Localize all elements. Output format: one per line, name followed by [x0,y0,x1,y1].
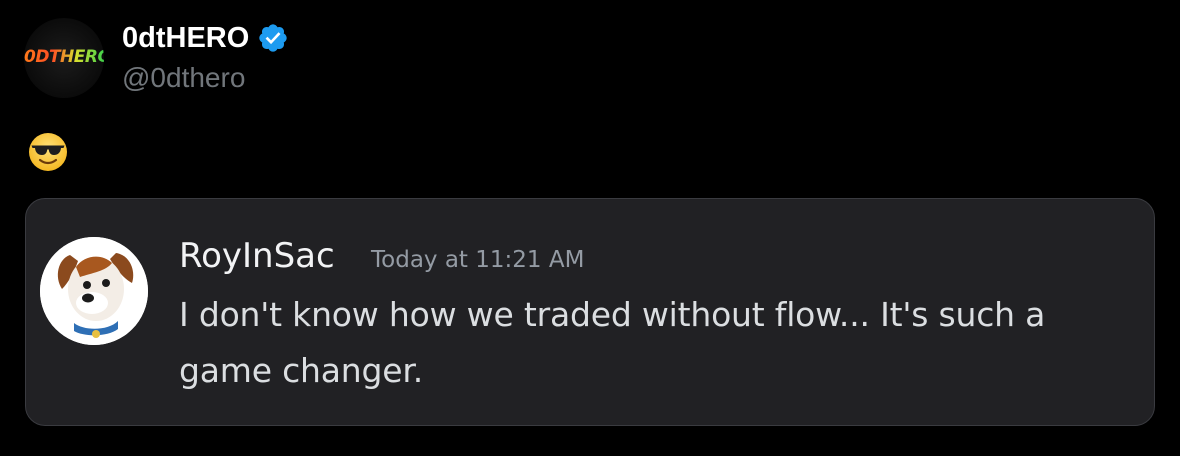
author-display-name[interactable]: 0dtHERO [122,20,249,56]
dog-avatar-icon[interactable] [40,237,148,345]
message-username[interactable]: RoyInSac [179,235,335,277]
quoted-message-card[interactable]: RoyInSac Today at 11:21 AM I don't know … [25,198,1155,426]
author-avatar[interactable]: 0DTHERO [24,18,104,98]
verified-badge-icon [259,24,287,52]
smiling-face-with-sunglasses-icon [29,133,67,171]
author-handle[interactable]: @0dthero [122,60,245,96]
author-name-row[interactable]: 0dtHERO [122,20,289,56]
avatar-logo-text: 0DTHERO [24,47,104,67]
message-timestamp: Today at 11:21 AM [371,247,585,273]
message-text: I don't know how we traded without flow.… [179,295,1046,390]
